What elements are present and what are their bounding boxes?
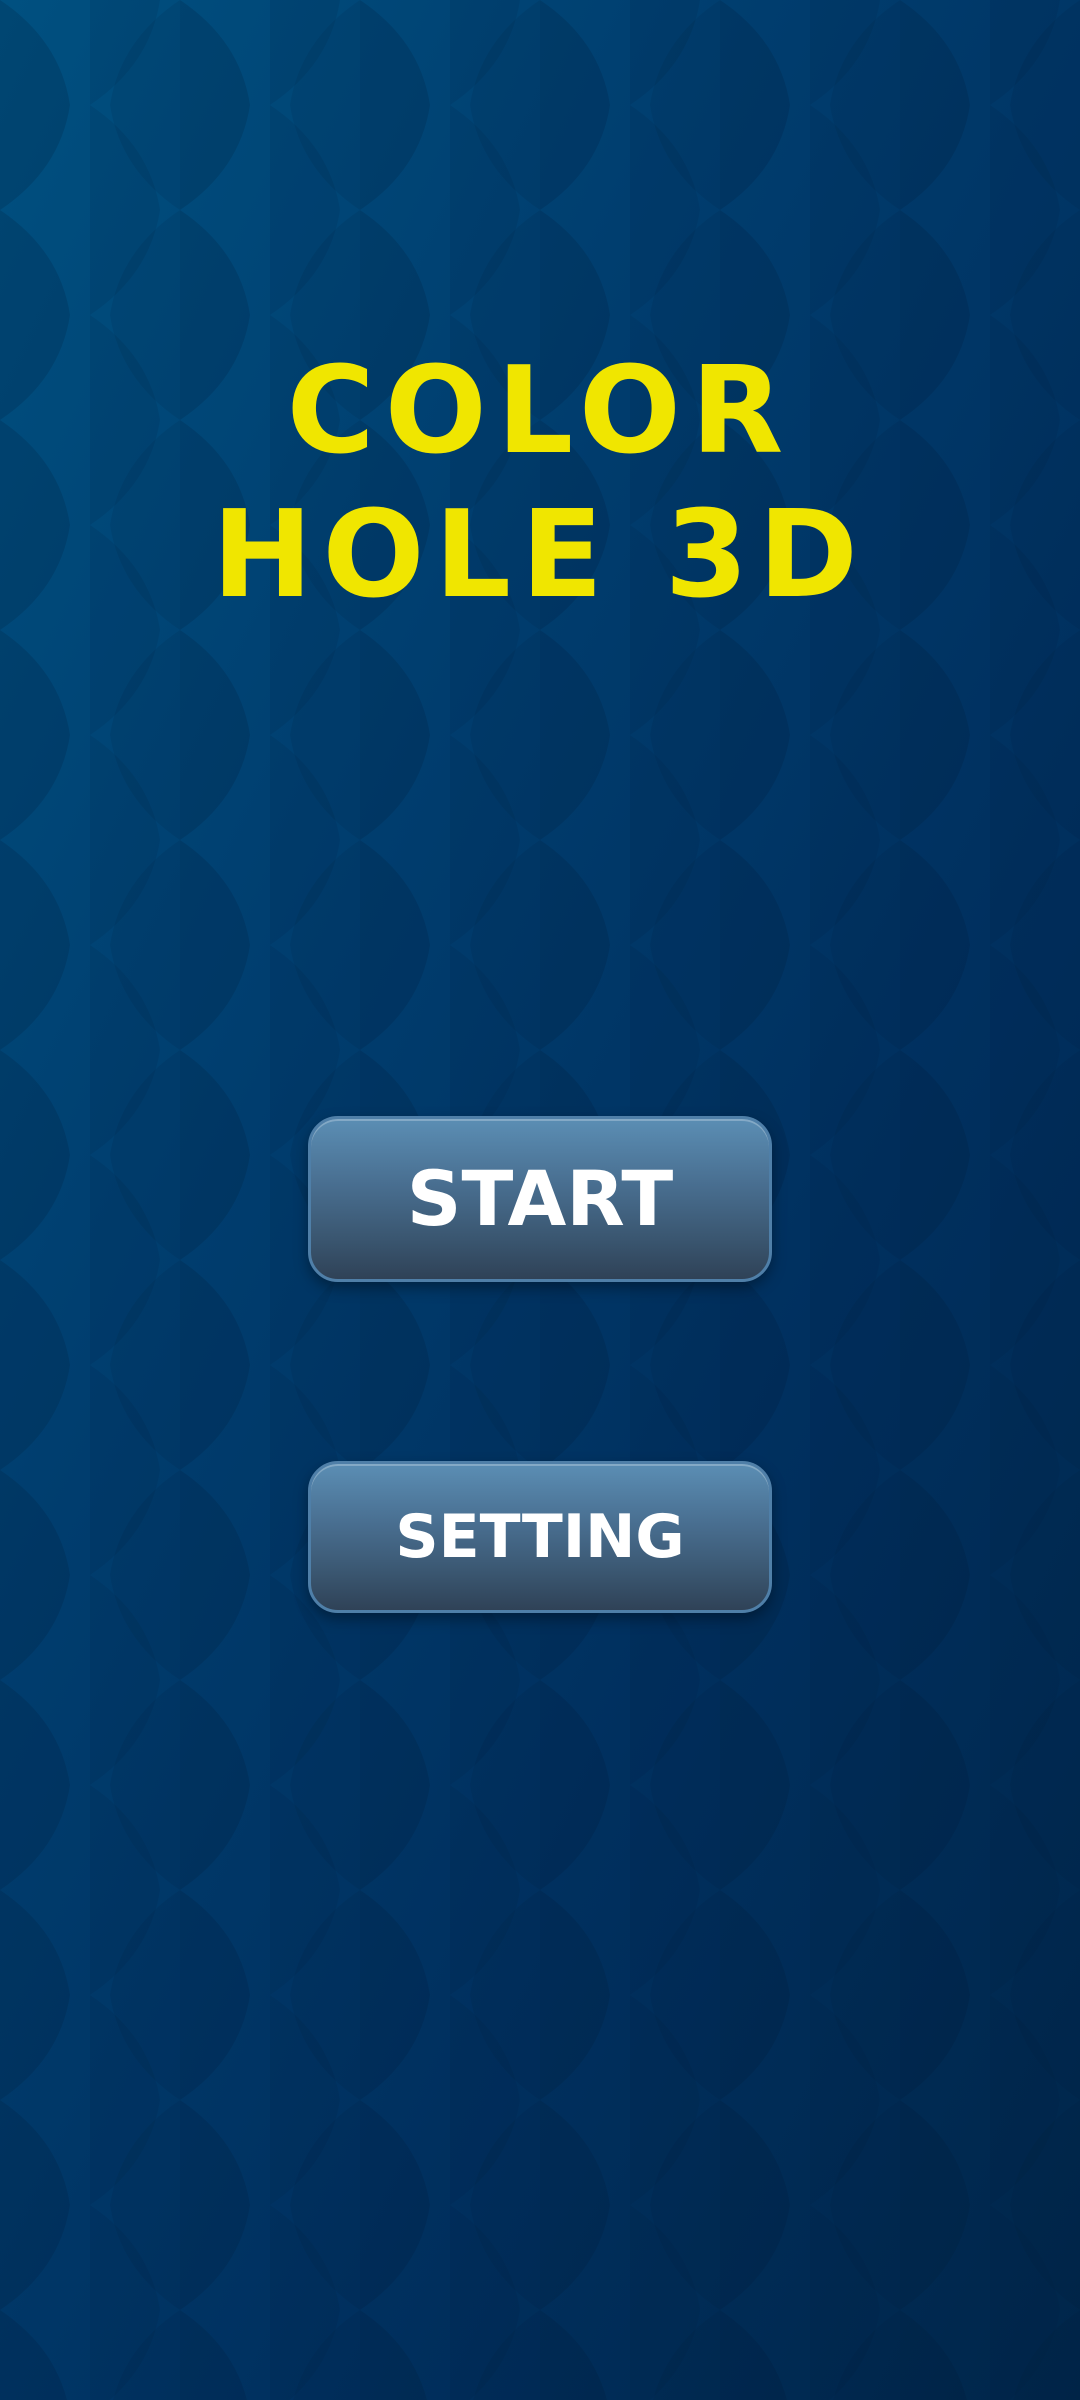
game-title: COLOR HOLE 3D	[0, 340, 1080, 628]
setting-button[interactable]: SETTING	[308, 1461, 772, 1613]
start-button[interactable]: START	[308, 1116, 772, 1282]
game-title-line-2: HOLE 3D	[212, 486, 868, 625]
game-title-line-1: COLOR	[286, 342, 794, 481]
